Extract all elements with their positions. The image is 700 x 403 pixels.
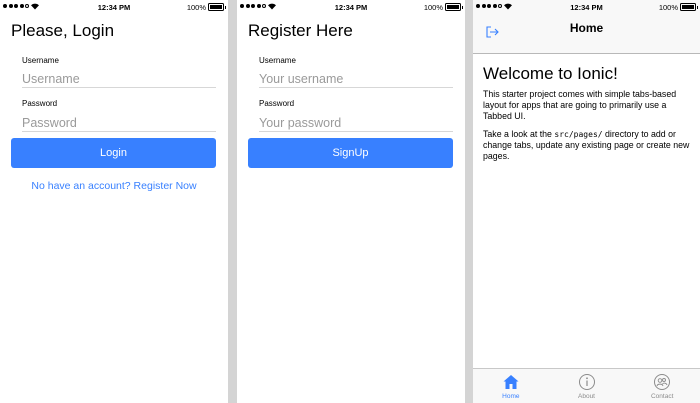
battery-icon [208,3,226,11]
tab-contact[interactable]: Contact [624,369,700,403]
username-input[interactable] [259,70,453,88]
password-label: Password [259,99,295,108]
home-icon [503,375,519,389]
password-label: Password [22,99,58,108]
welcome-heading: Welcome to Ionic! [483,64,618,83]
path-code: src/pages/ [554,130,603,139]
battery-icon [680,3,698,11]
instructions-paragraph: Take a look at the src/pages/ directory … [483,129,690,161]
username-input[interactable] [22,70,216,88]
signup-button[interactable]: SignUp [248,138,453,168]
battery-percent: 100% [658,3,678,12]
register-link[interactable]: No have an account? Register Now [0,180,228,192]
battery-icon [445,3,463,11]
status-bar: 12:34 PM 100% [237,0,465,14]
status-bar: 12:34 PM 100% [473,0,700,14]
tab-home[interactable]: Home [473,369,549,403]
home-screen: 12:34 PM 100% Home Welcome to Ionic! Thi… [473,0,700,403]
username-label: Username [22,56,59,65]
page-title: Please, Login [11,21,115,40]
battery-percent: 100% [186,3,206,12]
password-input[interactable] [22,114,216,132]
username-label: Username [259,56,296,65]
home-content: Welcome to Ionic! This starter project c… [473,54,700,368]
nav-header: 12:34 PM 100% Home [473,0,700,54]
page-title: Register Here [248,21,353,40]
login-button[interactable]: Login [11,138,216,168]
header-title: Home [569,21,604,35]
battery-percent: 100% [423,3,443,12]
login-screen: 12:34 PM 100% Please, Login Username Pas… [0,0,228,403]
tab-about[interactable]: About [549,369,625,403]
password-input[interactable] [259,114,453,132]
status-bar: 12:34 PM 100% [0,0,228,14]
register-screen: 12:34 PM 100% Register Here Username Pas… [237,0,465,403]
intro-paragraph: This starter project comes with simple t… [483,89,677,121]
contacts-icon [654,374,671,390]
info-icon [578,374,595,390]
tab-bar: Home About Contact [473,368,700,403]
